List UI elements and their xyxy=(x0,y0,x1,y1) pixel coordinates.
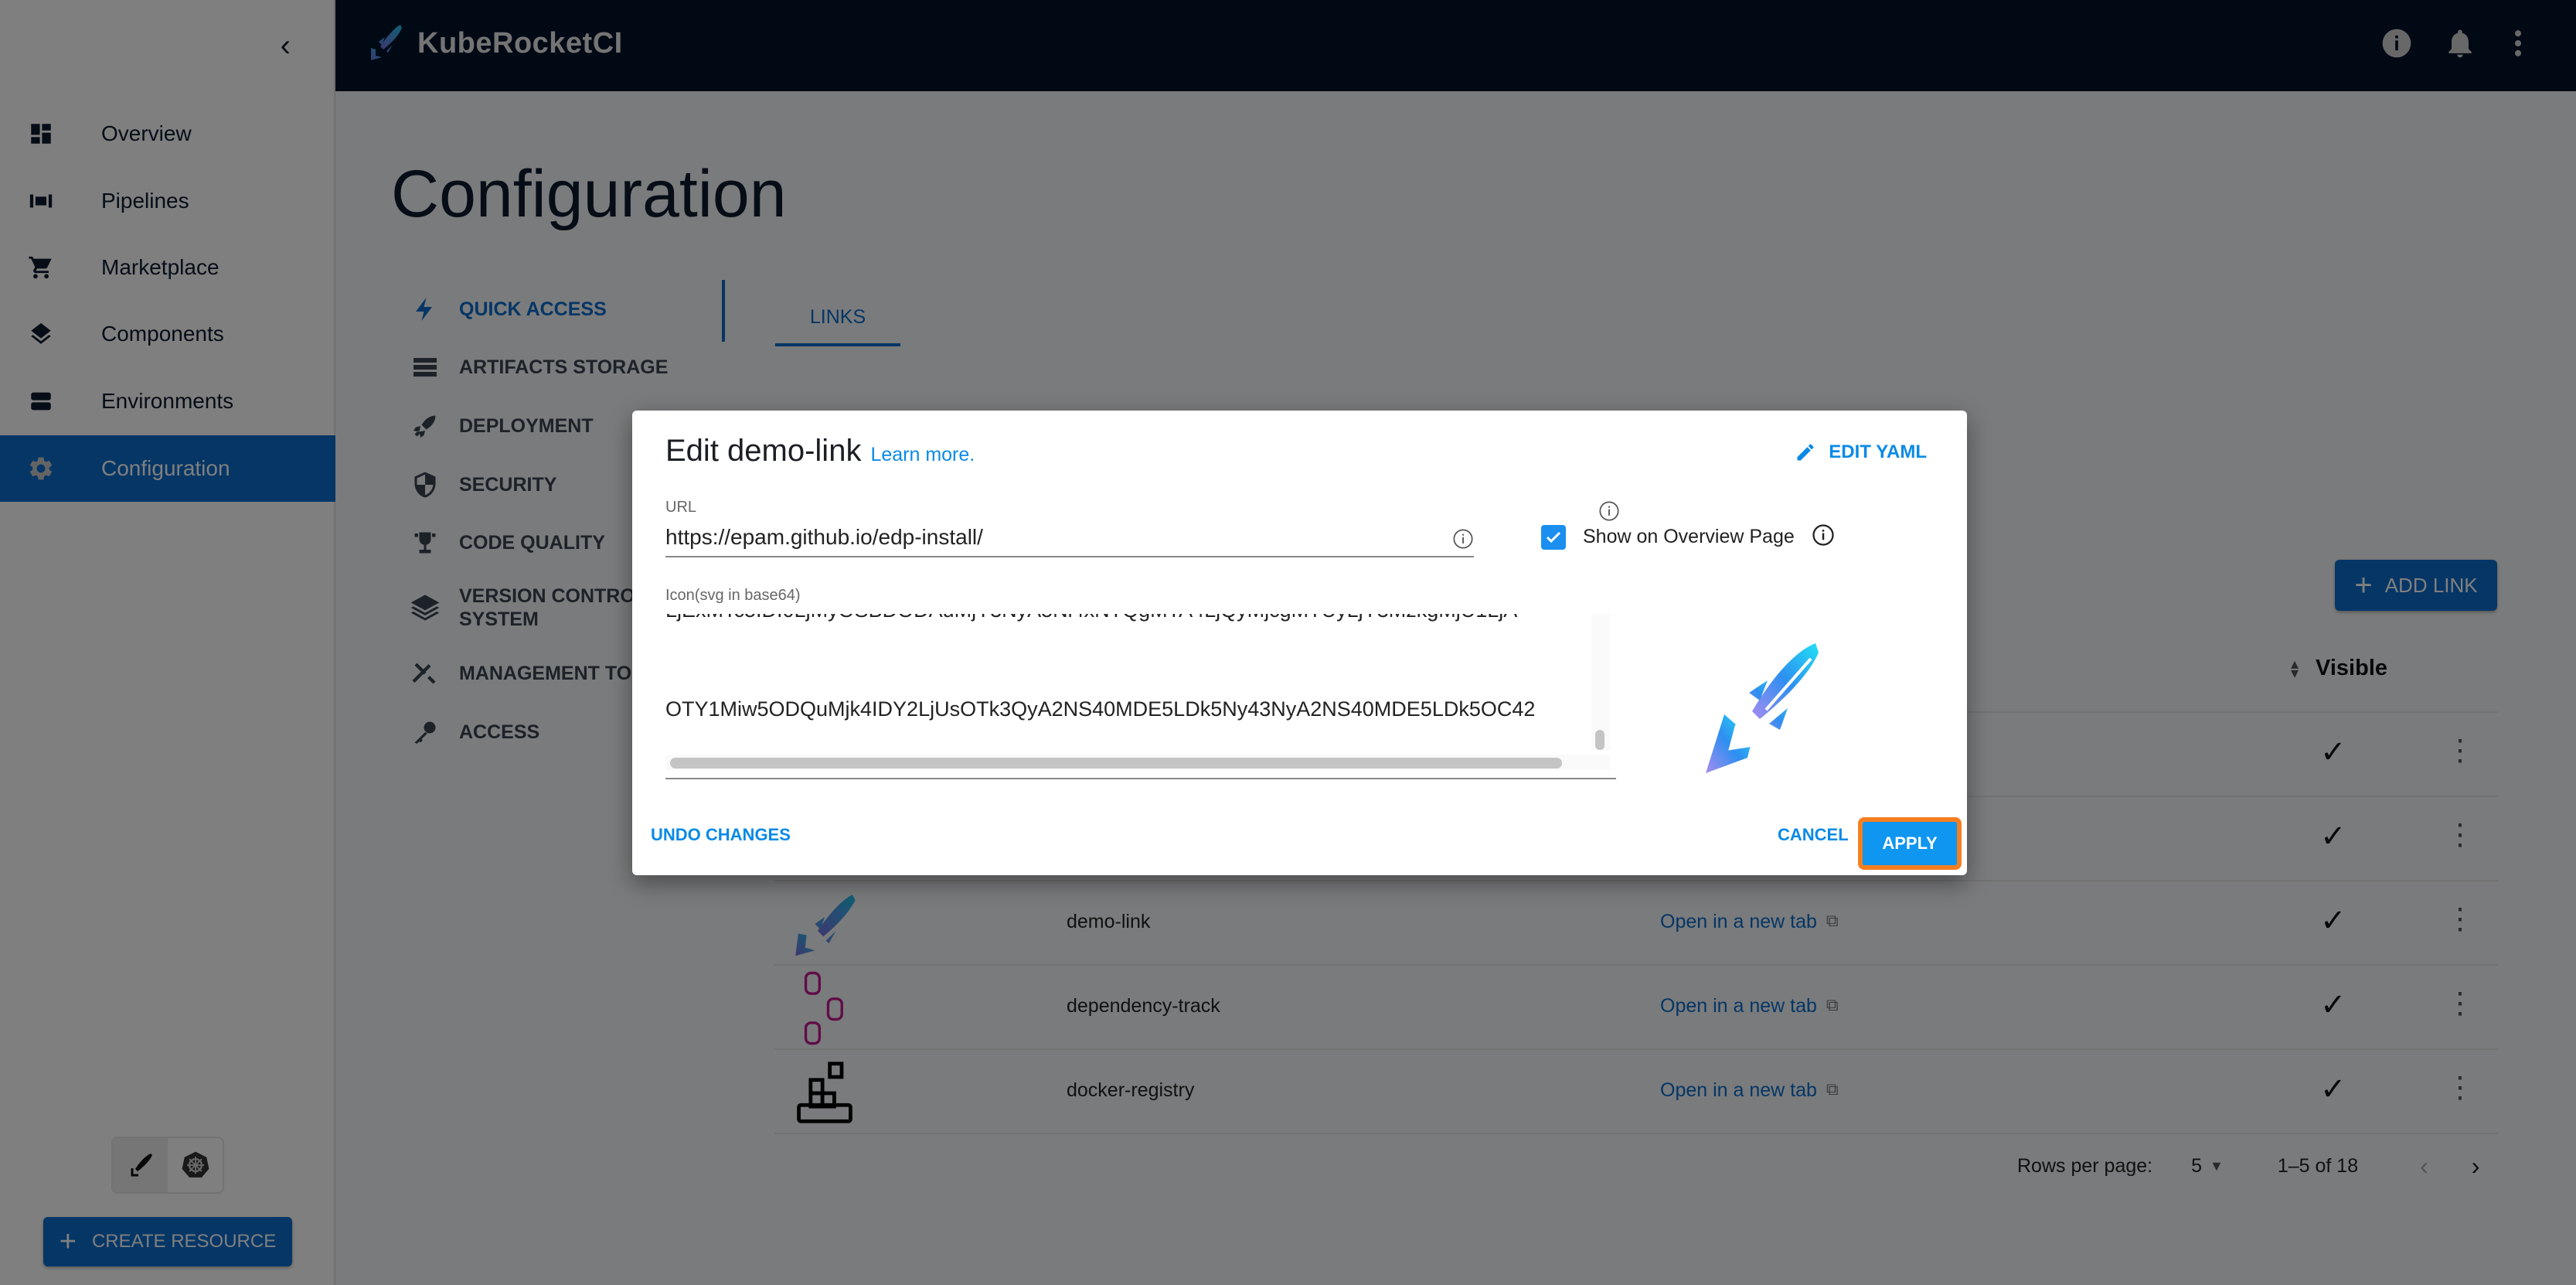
edit-link-dialog: Edit demo-link Learn more. EDIT YAML URL… xyxy=(632,411,1967,875)
edit-yaml-button[interactable]: EDIT YAML xyxy=(1795,441,1927,463)
info-icon[interactable] xyxy=(1812,523,1835,550)
horizontal-scrollbar[interactable] xyxy=(665,755,1610,770)
info-icon[interactable] xyxy=(1452,528,1474,554)
undo-changes-button[interactable]: UNDO CHANGES xyxy=(651,820,791,850)
icon-preview xyxy=(1703,640,1826,783)
info-icon[interactable] xyxy=(1598,500,1620,526)
url-label: URL xyxy=(665,499,697,516)
krci-rocket-icon xyxy=(1706,643,1819,773)
vertical-scrollbar[interactable] xyxy=(1591,614,1610,750)
pencil-icon xyxy=(1797,444,1814,461)
icon-base64-textarea[interactable]: LjExMTc5IDI0LjMyOSBDODAuMjY3NyA5Ni4xNTQg… xyxy=(665,614,1591,750)
url-field xyxy=(665,519,1474,557)
checkbox-checked-icon xyxy=(1541,524,1566,550)
url-input[interactable] xyxy=(665,525,1407,550)
dialog-title: Edit demo-link xyxy=(665,434,862,468)
learn-more-link[interactable]: Learn more. xyxy=(870,444,975,466)
icon-label: Icon(svg in base64) xyxy=(665,587,801,604)
cancel-button[interactable]: CANCEL xyxy=(1778,820,1849,850)
icon-field: LjExMTc5IDI0LjMyOSBDODAuMjY3NyA5Ni4xNTQg… xyxy=(665,614,1616,779)
show-on-overview-checkbox[interactable]: Show on Overview Page xyxy=(1541,523,1835,550)
apply-button[interactable]: APPLY xyxy=(1858,817,1962,870)
